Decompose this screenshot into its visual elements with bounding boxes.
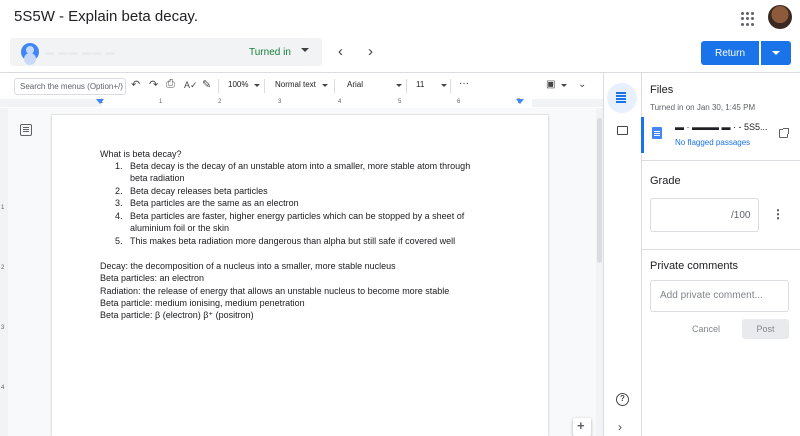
redo-icon[interactable]: ↷ [149, 78, 158, 91]
chevron-down-icon[interactable] [301, 48, 309, 52]
ruler-number: 5 [398, 99, 402, 105]
grade-total: /100 [731, 210, 751, 221]
search-menus-input[interactable]: Search the menus (Option+/) [14, 78, 126, 95]
image-mode-icon[interactable]: ▣ [546, 79, 555, 90]
doc-note: Decay: the decomposition of a nucleus in… [100, 261, 396, 271]
private-comment-placeholder: Add private comment... [660, 290, 763, 301]
toolbar-divider [334, 79, 335, 93]
previous-student-button[interactable]: ‹ [338, 43, 343, 60]
return-options-dropdown[interactable] [761, 41, 791, 65]
submission-status: Turned in [249, 47, 291, 58]
list-number: 3. [115, 198, 123, 208]
account-avatar[interactable] [768, 5, 792, 29]
list-item-line: aluminium foil or the skin [130, 223, 230, 233]
chevron-down-icon [254, 84, 260, 87]
doc-question: What is beta decay? [100, 149, 182, 159]
ruler-text-area [102, 99, 532, 107]
chevron-down-icon [561, 84, 567, 87]
help-icon[interactable]: ? [616, 393, 629, 406]
paragraph-style-select[interactable]: Normal text [275, 80, 316, 89]
file-name: ▬ · ▬▬▬ ▬ · - 5S5... [675, 122, 768, 132]
right-indent-marker[interactable] [516, 99, 524, 104]
private-comments-heading: Private comments [650, 260, 739, 272]
files-tab-icon[interactable] [607, 83, 637, 113]
doc-note: Beta particle: β (electron) β⁺ (positron… [100, 310, 254, 320]
list-number: 1. [115, 161, 123, 171]
paint-format-icon[interactable]: ✎ [202, 78, 211, 91]
toolbar-divider [264, 79, 265, 93]
more-tools-button[interactable]: ··· [459, 78, 469, 89]
vruler-number: 1 [1, 205, 5, 211]
chevron-down-icon [322, 84, 328, 87]
spellcheck-icon[interactable]: A✓ [184, 80, 198, 91]
font-size-select[interactable]: 11 [416, 80, 424, 89]
next-student-button[interactable]: › [368, 43, 373, 60]
list-item-line: Beta particles are the same as an electr… [130, 198, 299, 208]
chevron-down-icon [441, 84, 447, 87]
grade-heading: Grade [650, 175, 681, 187]
document-outline-icon[interactable] [20, 124, 32, 136]
ruler-number: 3 [278, 99, 282, 105]
student-name: ▬ ▬▬ ▬▬ ▬ ▬ [45, 47, 115, 57]
vruler-number: 3 [1, 325, 5, 331]
collapse-toolbar-icon[interactable]: ⌄ [578, 79, 586, 90]
list-number: 4. [115, 211, 123, 221]
add-comment-icon[interactable] [573, 418, 591, 436]
list-item-line: Beta decay is the decay of an unstable a… [130, 161, 471, 171]
list-number: 5. [115, 236, 123, 246]
post-button[interactable]: Post [742, 319, 789, 339]
doc-note: Beta particles: an electron [100, 273, 205, 283]
chevron-right-icon[interactable]: › [618, 420, 622, 434]
files-heading: Files [650, 84, 674, 96]
panel-divider [641, 160, 800, 161]
zoom-select[interactable]: 100% [228, 80, 248, 89]
student-avatar-icon [21, 43, 39, 61]
classroom-grading-view: 5S5W - Explain beta decay. ▬ ▬▬ ▬▬ ▬ ▬ T… [0, 0, 800, 436]
ruler-number: 6 [457, 99, 461, 105]
flagged-passages-status[interactable]: No flagged passages [675, 138, 750, 147]
scrollbar-thumb[interactable] [597, 118, 602, 263]
doc-note: Beta particle: medium ionising, medium p… [100, 298, 305, 308]
google-doc-icon [652, 127, 662, 139]
list-item-line: beta radiation [130, 173, 185, 183]
list-item-line: This makes beta radiation more dangerous… [130, 236, 456, 246]
left-indent-marker[interactable] [96, 99, 104, 104]
return-button[interactable]: Return [701, 41, 759, 65]
vruler-number: 4 [1, 385, 5, 391]
more-vert-icon[interactable]: ⋮ [772, 207, 784, 221]
print-icon[interactable]: ⎙ [166, 78, 175, 91]
ruler-number: 4 [338, 99, 342, 105]
assignment-title: 5S5W - Explain beta decay. [14, 8, 198, 25]
vruler-number: 2 [1, 265, 5, 271]
turned-in-timestamp: Turned in on Jan 30, 1:45 PM [650, 103, 756, 112]
apps-grid-icon[interactable] [741, 12, 755, 26]
cancel-button[interactable]: Cancel [692, 324, 720, 334]
comments-tab-icon[interactable] [617, 126, 628, 135]
font-family-select[interactable]: Arial [347, 80, 363, 89]
ruler-number: 1 [159, 99, 163, 105]
list-item-line: Beta particles are faster, higher energy… [130, 211, 465, 221]
list-item-line: Beta decay releases beta particles [130, 186, 268, 196]
ruler-number: 2 [218, 99, 222, 105]
toolbar-divider [406, 79, 407, 93]
panel-divider [641, 249, 800, 250]
doc-note: Radiation: the release of energy that al… [100, 286, 450, 296]
chevron-down-icon [396, 84, 402, 87]
toolbar-divider [450, 79, 451, 93]
toolbar-divider [218, 79, 219, 93]
open-in-new-icon[interactable] [779, 128, 789, 138]
undo-icon[interactable]: ↶ [131, 78, 140, 91]
list-number: 2. [115, 186, 123, 196]
